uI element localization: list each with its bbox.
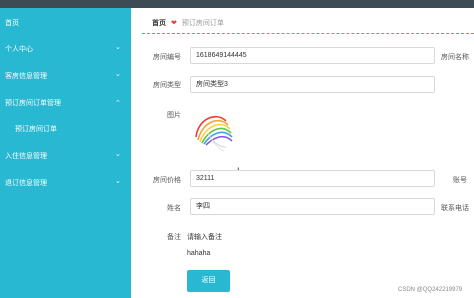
room-type-field[interactable]: 房间类型3	[190, 76, 435, 93]
chevron-down-icon: ⌄	[115, 178, 121, 185]
chevron-down-icon: ⌄	[115, 71, 121, 78]
remark-value: hahaha	[187, 250, 211, 257]
heart-icon: ❤	[171, 20, 177, 27]
sidebar-item-booking-orders[interactable]: 预订房间订单管理	[5, 98, 61, 108]
room-name-label: 房间名称	[441, 54, 469, 61]
room-no-label: 房间编号	[153, 54, 181, 61]
top-bar	[0, 0, 474, 8]
account-label: 账号	[453, 177, 467, 184]
chevron-up-icon: ⌃	[115, 100, 121, 107]
name-label: 姓名	[167, 205, 181, 212]
phone-label: 联系电话	[441, 205, 469, 212]
sidebar-item-personal-center[interactable]: 个人中心	[5, 44, 33, 54]
sidebar-item-home[interactable]: 首页	[5, 18, 19, 28]
price-field[interactable]: 32111	[190, 170, 435, 187]
breadcrumb-current: 预订房间订单	[181, 20, 224, 27]
room-type-label: 房间类型	[153, 82, 181, 89]
remark-hint: 请输入备注	[187, 234, 222, 241]
price-label: 房间价格	[153, 177, 181, 184]
breadcrumb-home[interactable]: 首页	[152, 20, 166, 27]
image-label: 图片	[167, 112, 181, 119]
sidebar-item-room-info[interactable]: 客房信息管理	[5, 71, 47, 81]
watermark: CSDN @QQ242219979	[398, 287, 463, 293]
chevron-down-icon: ⌄	[115, 44, 121, 51]
sidebar-subitem-booking-order[interactable]: 预订房间订单	[15, 124, 57, 134]
room-no-field[interactable]: 1618649144445	[190, 47, 435, 64]
divider	[142, 33, 474, 34]
sidebar: 首页 个人中心 ⌄ 客房信息管理 ⌄ 预订房间订单管理 ⌃ 预订房间订单 入住信…	[0, 8, 131, 298]
sidebar-item-cancel-info[interactable]: 退订信息管理	[5, 178, 47, 188]
chevron-down-icon: ⌄	[115, 151, 121, 158]
sidebar-item-checkin-info[interactable]: 入住信息管理	[5, 151, 47, 161]
remark-label: 备注	[167, 234, 181, 241]
room-image	[190, 107, 238, 153]
back-button[interactable]: 返回	[187, 270, 230, 292]
breadcrumb: 首页 ❤ 预订房间订单	[152, 18, 224, 28]
name-field[interactable]: 李四	[190, 198, 435, 215]
